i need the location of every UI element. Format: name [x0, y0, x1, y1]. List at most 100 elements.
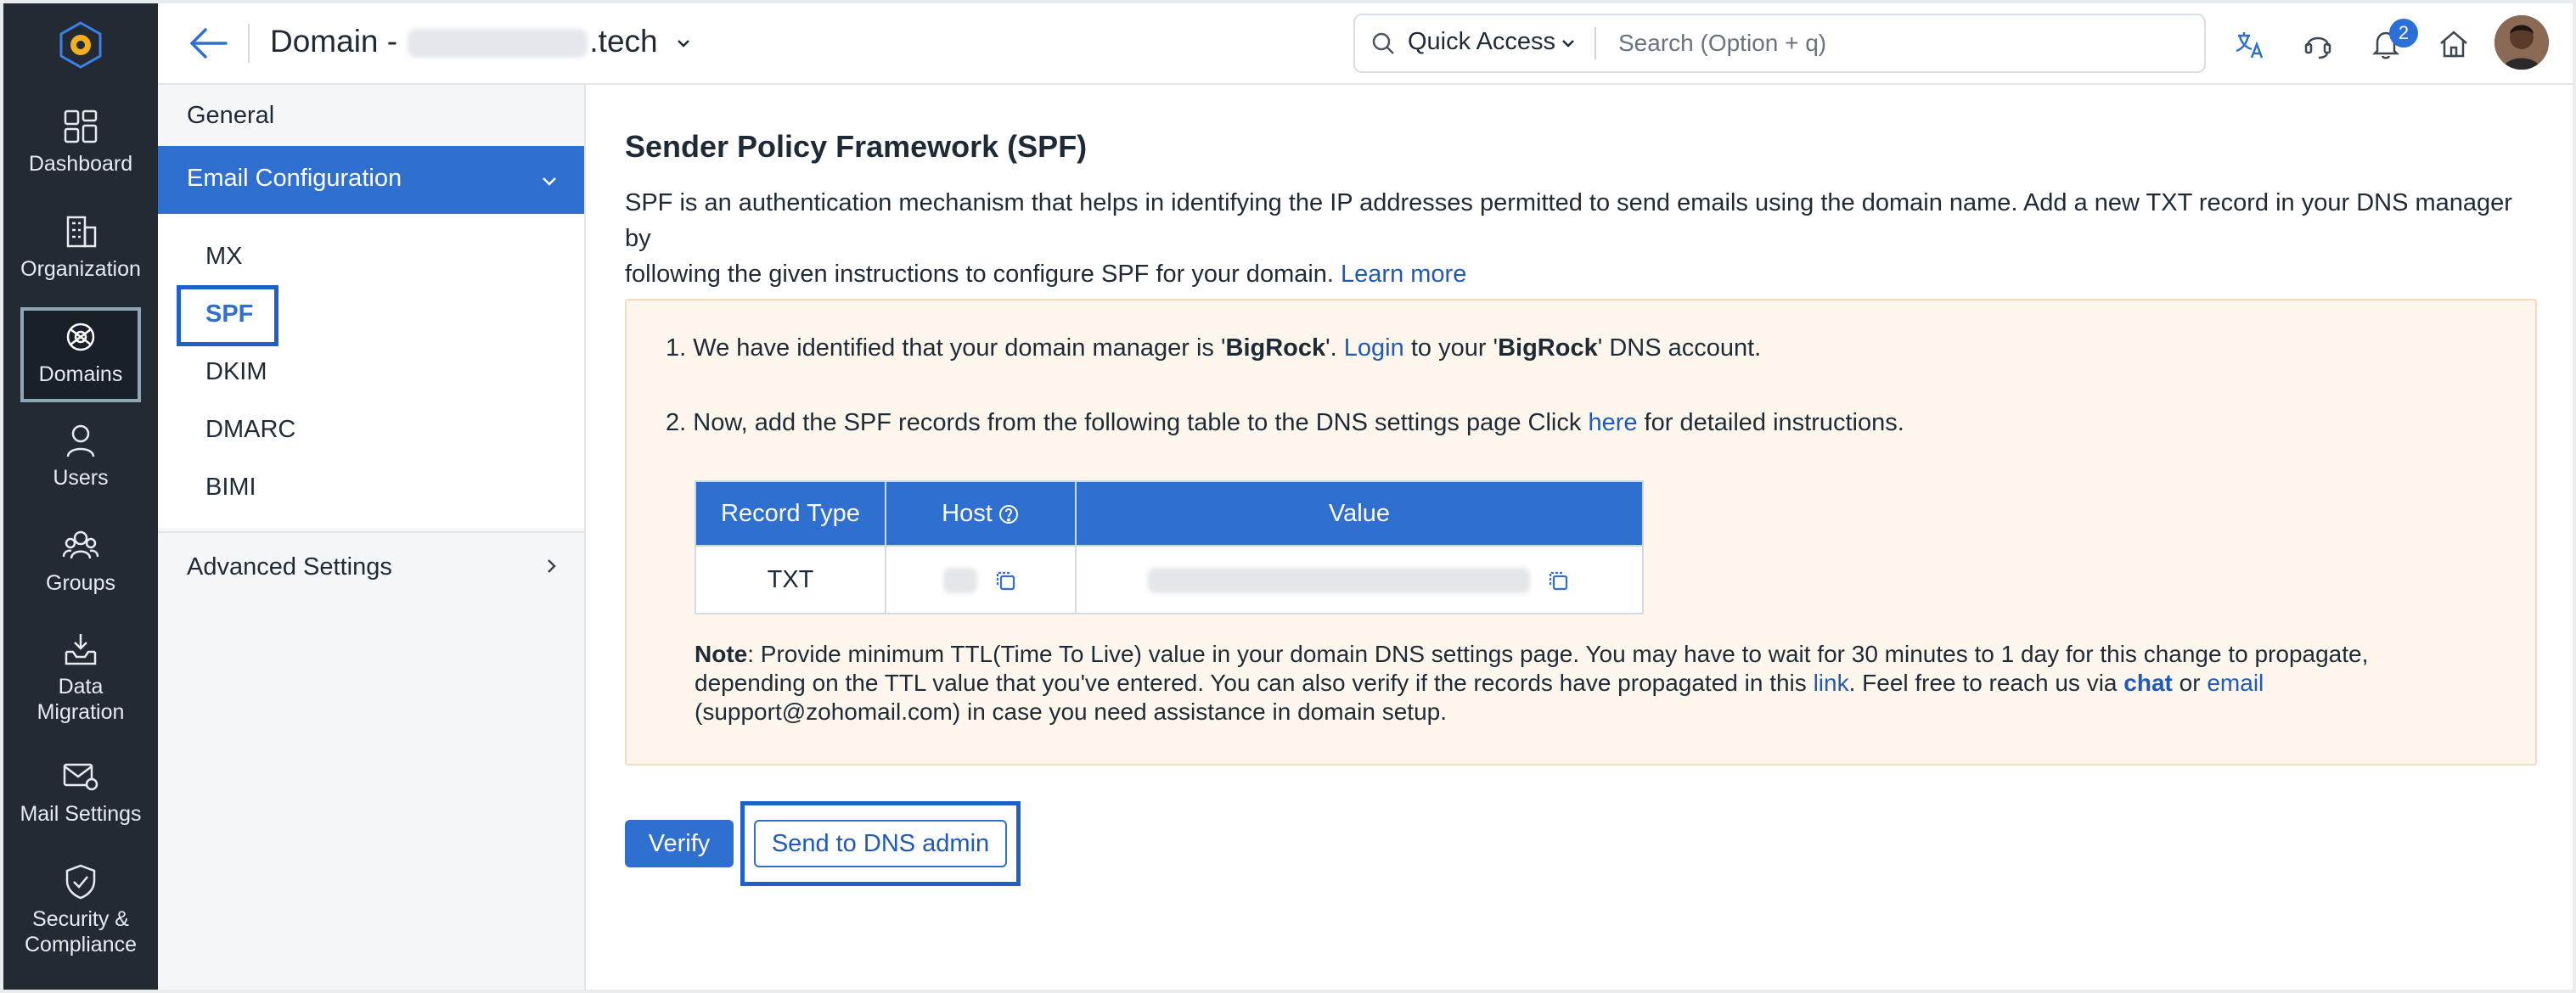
rail-label: Users [53, 466, 109, 490]
rail-label: Domains [38, 362, 123, 386]
domain-manager-name: BigRock [1225, 334, 1326, 362]
domain-title-prefix: Domain - [270, 24, 398, 59]
note-text: : Provide minimum TTL(Time To Live) valu… [747, 641, 2369, 667]
copy-icon[interactable] [993, 568, 1018, 593]
rail-item-groups[interactable]: Groups [3, 526, 158, 596]
submenu-item-dmarc[interactable]: DMARC [205, 416, 295, 444]
verify-button[interactable]: Verify [625, 820, 734, 867]
subnav-item-email-configuration[interactable]: Email Configuration [158, 146, 584, 214]
search-input[interactable]: Search (Option + q) [1618, 30, 1826, 57]
subnav-label: General [187, 102, 275, 129]
instructions-panel: 1. We have identified that your domain m… [625, 299, 2537, 766]
domain-title-suffix: .tech [589, 24, 658, 59]
domain-manager-name: BigRock [1498, 334, 1598, 362]
chat-link[interactable]: chat [2123, 670, 2173, 696]
rail-item-mail-settings[interactable]: Mail Settings [3, 757, 158, 827]
column-header: Record Type [695, 480, 886, 547]
spf-record-table: Record Type Host Value TXT [695, 480, 1644, 614]
submenu-item-mx[interactable]: MX [205, 243, 243, 271]
rail-item-data-migration[interactable]: Data Migration [3, 630, 158, 725]
app-frame: Dashboard Organization Domains Users Gro… [3, 3, 2573, 990]
rail-item-dashboard[interactable]: Dashboard [3, 107, 158, 177]
home-icon[interactable] [2437, 27, 2471, 61]
security-icon [65, 864, 96, 900]
value-cell [1075, 545, 1644, 614]
description-text: following the given instructions to conf… [625, 261, 1334, 288]
rail-label: Dashboard [28, 152, 133, 176]
redacted-host-value [942, 567, 977, 593]
rail-label: Organization [20, 257, 141, 281]
submenu-item-bimi[interactable]: BIMI [205, 474, 256, 502]
help-icon[interactable] [998, 503, 1020, 525]
divider [248, 24, 250, 63]
domains-icon [66, 323, 95, 351]
chevron-down-icon [543, 177, 556, 186]
login-link[interactable]: Login [1344, 334, 1404, 362]
table-header-row: Record Type Host Value [695, 480, 1644, 547]
chevron-down-icon [678, 40, 689, 48]
subnav-label: Email Configuration [187, 165, 402, 192]
spf-highlight-box [177, 285, 278, 346]
divider [158, 531, 584, 533]
redacted-domain-name [408, 29, 588, 59]
step-number: 1. [666, 334, 687, 362]
step-number: 2. [666, 409, 687, 436]
divider [1595, 27, 1596, 59]
rail-item-domains[interactable]: Domains [3, 307, 158, 402]
table-row: TXT [695, 545, 1644, 614]
settings-sidebar: General Email Configuration MX SPF DKIM … [158, 85, 586, 990]
rail-item-security[interactable]: Security & Compliance [3, 862, 158, 957]
spf-description: SPF is an authentication mechanism that … [625, 185, 2544, 292]
search-icon [1372, 32, 1394, 54]
column-header: Value [1075, 480, 1644, 547]
host-cell [885, 545, 1077, 614]
description-text: SPF is an authentication mechanism that … [625, 189, 2512, 252]
domain-selector[interactable]: Domain - .tech [270, 24, 692, 59]
redacted-txt-value [1147, 567, 1530, 593]
left-rail: Dashboard Organization Domains Users Gro… [3, 3, 158, 990]
note-text: . Feel free to reach us via [1848, 670, 2118, 696]
step-text: ' DNS account. [1597, 334, 1762, 362]
note-text: or [2179, 670, 2201, 696]
email-link[interactable]: email [2207, 670, 2264, 696]
copy-icon[interactable] [1545, 568, 1571, 593]
learn-more-link[interactable]: Learn more [1341, 261, 1466, 288]
support-headset-icon[interactable] [2301, 27, 2335, 61]
mail-settings-icon [63, 763, 98, 791]
propagation-link[interactable]: link [1814, 670, 1849, 696]
rail-label: Mail Settings [20, 802, 142, 826]
rail-label: Security & [32, 907, 129, 931]
notification-badge: 2 [2389, 19, 2418, 48]
record-type-cell: TXT [695, 545, 886, 614]
data-migration-icon [65, 634, 97, 665]
ttl-note: Note: Provide minimum TTL(Time To Live) … [695, 640, 2478, 727]
avatar[interactable] [2494, 15, 2549, 70]
back-arrow-icon[interactable] [188, 25, 229, 61]
chevron-down-icon [1562, 40, 1574, 48]
send-to-dns-admin-button[interactable]: Send to DNS admin [754, 820, 1007, 867]
rail-item-users[interactable]: Users [3, 421, 158, 491]
step-text: to your ' [1410, 334, 1499, 362]
rail-label-line2: Compliance [24, 933, 137, 957]
top-header: Domain - .tech Quick Access Search (Opti… [158, 3, 2573, 85]
groups-icon [62, 530, 99, 559]
user-icon [66, 424, 95, 457]
rail-item-organization[interactable]: Organization [3, 212, 158, 282]
here-link[interactable]: here [1588, 409, 1637, 436]
dashboard-icon [64, 109, 98, 143]
app-logo-icon[interactable] [56, 20, 105, 70]
main-content: Sender Policy Framework (SPF) SPF is an … [588, 85, 2573, 990]
subnav-label: Advanced Settings [187, 553, 392, 581]
submenu-item-dkim[interactable]: DKIM [205, 358, 267, 386]
note-text: (support@zohomail.com) in case you need … [695, 698, 1447, 725]
column-header: Host [942, 499, 993, 527]
step-1: 1. We have identified that your domain m… [666, 334, 1761, 362]
note-label: Note [695, 641, 748, 667]
chevron-right-icon [548, 559, 556, 573]
quick-access-dropdown[interactable]: Quick Access [1408, 28, 1555, 56]
organization-icon [66, 216, 97, 248]
avatar-image-icon [2494, 15, 2549, 70]
step-text: '. [1325, 334, 1337, 362]
page-title: Sender Policy Framework (SPF) [625, 129, 1088, 164]
translate-icon[interactable] [2233, 27, 2267, 61]
